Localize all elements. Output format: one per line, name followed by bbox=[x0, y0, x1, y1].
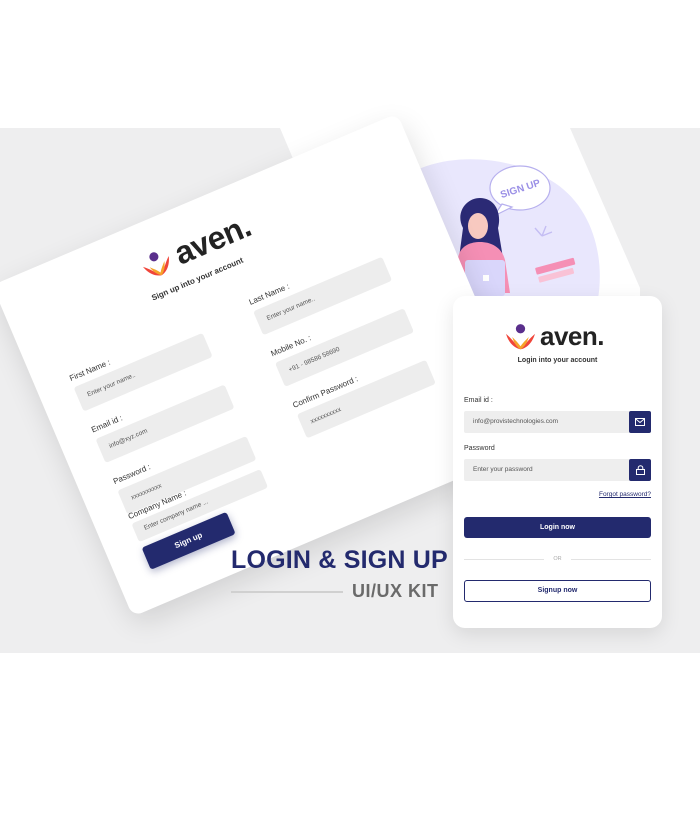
login-button[interactable]: Login now bbox=[464, 517, 651, 538]
or-divider: OR bbox=[464, 554, 651, 564]
login-subtitle: Login into your account bbox=[517, 357, 598, 364]
login-email-value: info@provistechnologies.com bbox=[473, 418, 559, 425]
login-password-placeholder: Enter your password bbox=[473, 466, 533, 473]
or-text: OR bbox=[553, 556, 562, 562]
lock-icon bbox=[629, 459, 651, 481]
login-password-label: Password bbox=[464, 445, 495, 452]
login-email-field[interactable]: info@provistechnologies.com bbox=[464, 411, 651, 433]
aven-logo-icon bbox=[506, 323, 535, 349]
subline-divider bbox=[231, 591, 343, 593]
mail-icon bbox=[629, 411, 651, 433]
login-password-field[interactable]: Enter your password bbox=[464, 459, 651, 481]
signup-now-button[interactable]: Signup now bbox=[464, 580, 651, 602]
login-brand-logo: aven. bbox=[505, 321, 605, 352]
headline-title: LOGIN & SIGN UP bbox=[231, 546, 448, 574]
aven-logo-icon bbox=[142, 251, 169, 276]
forgot-password-link[interactable]: Forgot password? bbox=[599, 491, 651, 498]
headline-subtitle: UI/UX KIT bbox=[352, 581, 439, 601]
login-card: aven. Login into your account Email id :… bbox=[453, 296, 662, 628]
login-brand-name: aven. bbox=[540, 321, 605, 351]
login-email-label: Email id : bbox=[464, 397, 493, 404]
